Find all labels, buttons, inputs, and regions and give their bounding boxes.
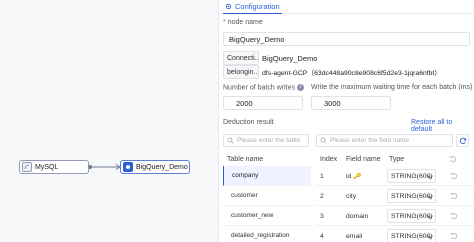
bigquery-icon [123, 162, 133, 172]
connection-label: Connecti... [223, 51, 259, 65]
reset-field-icon[interactable] [450, 192, 458, 200]
table-row: 1 id 🔑 STRING(600) [316, 166, 474, 186]
table-item-detailed-registration[interactable]: detailed_registration [223, 226, 311, 242]
table-row: 3 domain STRING(600) [316, 206, 474, 226]
table-row: 2 city STRING(600) [316, 186, 474, 206]
field-name: id 🔑 [346, 172, 361, 180]
node-name-input[interactable]: BigQuery_Demo [223, 32, 470, 46]
table-list: company customer customer_new detailed_r… [223, 166, 311, 242]
connection-value[interactable]: BigQuery_Demo [262, 51, 317, 65]
refresh-icon [459, 137, 466, 144]
table-row: 4 email STRING(600) [316, 226, 474, 242]
table-item-customer[interactable]: customer [223, 186, 311, 206]
gear-icon [225, 3, 232, 10]
node-name-label: * node name [223, 19, 263, 26]
reset-field-icon[interactable] [450, 172, 458, 180]
refresh-button[interactable] [456, 134, 469, 147]
required-marker: * [223, 19, 226, 26]
agent-label: belongin... [223, 65, 259, 79]
dag-canvas[interactable]: MySQL BigQuery_Demo [0, 0, 219, 242]
batch-writes-input[interactable]: 2000 [223, 96, 303, 110]
field-type-select[interactable]: STRING(600) [387, 229, 436, 242]
info-icon[interactable]: i [296, 84, 304, 91]
batch-writes-label: Number of batch writes i [223, 84, 304, 91]
primary-key-icon: 🔑 [353, 173, 361, 180]
agent-value[interactable]: dfs-agent-GCP（63dc448a90c8e908c6f5d2e3-1… [262, 65, 441, 79]
field-index: 1 [320, 172, 324, 180]
column-header-field-name: Field name [346, 155, 381, 163]
restore-default-link[interactable]: Restore all to default [411, 119, 474, 133]
tab-bar: Configuration [219, 0, 474, 14]
reset-field-icon[interactable] [450, 212, 458, 220]
field-index: 3 [320, 212, 324, 220]
column-header-index: Index [320, 155, 338, 163]
column-header-table-name: Table name [227, 155, 264, 163]
table-item-company[interactable]: company [223, 166, 311, 186]
config-panel: Configuration * node name BigQuery_Demo … [219, 0, 474, 242]
wait-time-label: Write the maximum waiting time for each … [311, 84, 473, 91]
field-index: 4 [320, 232, 324, 240]
table-item-customer-new[interactable]: customer_new [223, 206, 311, 226]
field-type-select[interactable]: STRING(600) [387, 169, 436, 183]
node-mysql[interactable]: MySQL [19, 160, 89, 174]
field-type-select[interactable]: STRING(600) [387, 209, 436, 223]
wait-time-input[interactable]: 3000 [311, 96, 391, 110]
mysql-icon [22, 162, 32, 172]
reset-field-icon[interactable] [450, 232, 458, 240]
field-index: 2 [320, 192, 324, 200]
field-name: city [346, 192, 357, 200]
edge-mysql-to-bigquery [90, 164, 121, 170]
table-search-input[interactable]: Please enter the table [223, 134, 309, 147]
node-bigquery[interactable]: BigQuery_Demo [120, 160, 190, 174]
node-label: BigQuery_Demo [136, 163, 188, 171]
column-header-type: Type [389, 155, 405, 163]
field-name: domain [346, 212, 369, 220]
search-icon [227, 137, 234, 144]
reset-all-icon[interactable] [449, 155, 457, 163]
node-label: MySQL [35, 163, 59, 171]
field-search-input[interactable]: Please enter the field name [316, 134, 453, 147]
field-type-select[interactable]: STRING(600) [387, 189, 436, 203]
deduction-label: Deduction result [223, 119, 274, 126]
field-name: email [346, 232, 363, 240]
search-icon [320, 137, 327, 144]
tab-label: Configuration [235, 2, 280, 11]
tab-configuration[interactable]: Configuration [223, 0, 282, 14]
